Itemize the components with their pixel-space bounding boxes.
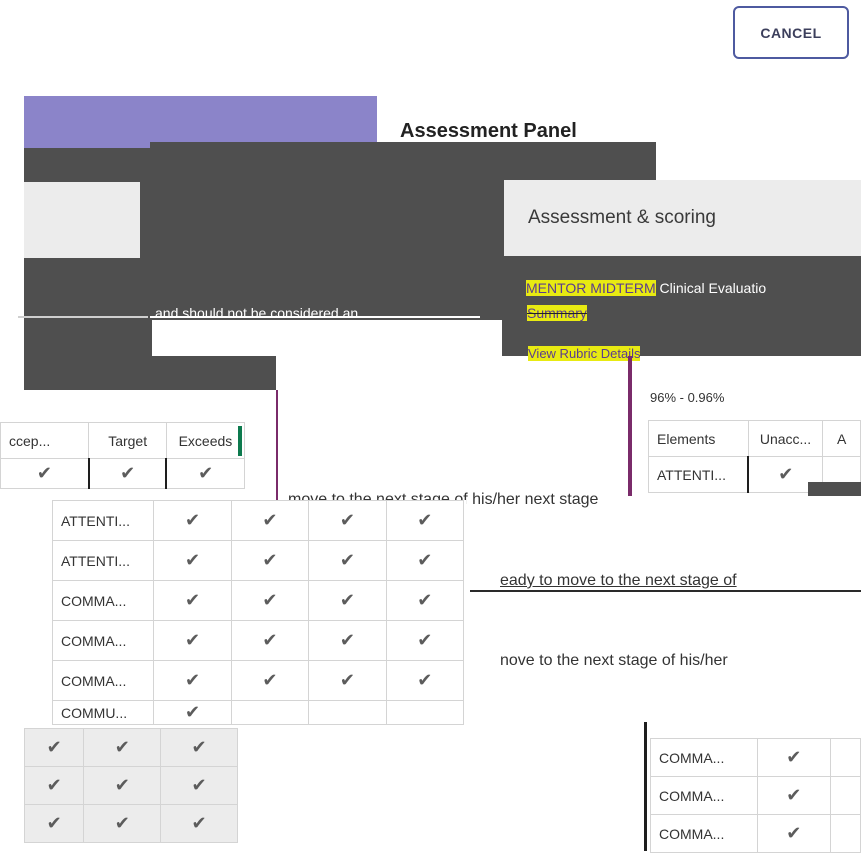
table-edge <box>238 426 242 456</box>
element-name: COMMA... <box>650 814 758 853</box>
col-header: A <box>822 420 861 457</box>
rubric-link-row[interactable]: View Rubric Details <box>528 346 641 361</box>
modal-gap <box>276 356 502 390</box>
scoring-title: Assessment & scoring <box>528 207 716 228</box>
check-icon: ✔ <box>83 765 162 805</box>
check-icon: ✔ <box>308 620 387 661</box>
element-name: COMMA... <box>51 620 155 661</box>
modal-layer <box>808 482 861 496</box>
panel-title: Assessment Panel <box>400 120 577 138</box>
check-icon: ✔ <box>308 500 387 541</box>
modal-input-box <box>24 182 140 258</box>
modal-gap <box>152 320 502 356</box>
guide-line <box>276 390 278 502</box>
check-icon: ✔ <box>83 727 162 767</box>
divider <box>18 316 148 318</box>
element-name: ATTENTI... <box>51 540 155 581</box>
cancel-button[interactable]: CANCEL <box>733 6 849 59</box>
col-header: ccep... <box>0 422 90 459</box>
col-header: Unacc... <box>747 420 824 457</box>
check-icon: ✔ <box>230 660 310 701</box>
check-icon: ✔ <box>23 765 85 805</box>
check-icon: ✔ <box>160 727 238 767</box>
check-icon: ✔ <box>23 803 85 843</box>
element-name: COMMA... <box>650 776 758 815</box>
element-name: COMMA... <box>51 660 155 701</box>
body-text-line: nove to the next stage of his/her <box>500 652 728 669</box>
check-icon: ✔ <box>153 500 232 541</box>
check-icon: ✔ <box>756 814 831 853</box>
check-icon: ✔ <box>385 660 465 701</box>
summary-label: Summary <box>527 305 587 321</box>
element-name: COMMU... <box>51 700 155 725</box>
col-header: Elements <box>648 420 749 457</box>
mentor-tag: MENTOR MIDTERM <box>526 280 656 296</box>
score-percent: 96% - 0.96% <box>650 390 725 405</box>
col-header: Target <box>88 422 167 459</box>
summary-text: Summary <box>527 305 587 321</box>
check-icon: ✔ <box>756 738 831 777</box>
check-icon: ✔ <box>756 776 831 815</box>
view-rubric-link[interactable]: View Rubric Details <box>528 346 641 361</box>
element-name: COMMA... <box>650 738 758 777</box>
check-icon: ✔ <box>230 500 310 541</box>
divider <box>470 590 861 592</box>
left-rubric-table: ccep... Target Exceeds ✔ ✔ ✔ <box>0 422 248 502</box>
bottom-left-table: ✔ ✔ ✔ ✔ ✔ ✔ ✔ ✔ ✔ <box>23 722 238 843</box>
element-name: ATTENTI... <box>51 500 155 541</box>
check-icon: ✔ <box>308 660 387 701</box>
check-icon: ✔ <box>0 458 90 489</box>
check-icon: ✔ <box>153 620 232 661</box>
check-icon: ✔ <box>385 620 465 661</box>
check-icon: ✔ <box>308 580 387 621</box>
body-text-line: eady to move to the next stage of <box>500 572 737 589</box>
col-header: Exceeds <box>165 422 246 459</box>
check-icon: ✔ <box>385 580 465 621</box>
check-icon: ✔ <box>385 540 465 581</box>
check-icon: ✔ <box>83 803 162 843</box>
check-icon: ✔ <box>87 458 167 489</box>
check-icon: ✔ <box>230 580 310 621</box>
table-edge <box>644 722 647 851</box>
check-icon: ✔ <box>160 803 238 843</box>
check-icon: ✔ <box>230 620 310 661</box>
panel-header-bar <box>24 96 377 148</box>
check-icon: ✔ <box>160 765 238 805</box>
evaluation-title: MENTOR MIDTERM Clinical Evaluatio <box>526 280 766 296</box>
evaluation-suffix: Clinical Evaluatio <box>655 280 767 296</box>
check-icon: ✔ <box>153 660 232 701</box>
middle-rubric-table: ATTENTI... ✔ ✔ ✔ ✔ ATTENTI... ✔ ✔ ✔ ✔ CO… <box>51 500 466 725</box>
modal-footer-bar <box>24 356 276 390</box>
check-icon: ✔ <box>153 540 232 581</box>
bottom-right-table: COMMA... ✔ COMMA... ✔ COMMA... ✔ <box>650 738 861 853</box>
check-icon: ✔ <box>385 500 465 541</box>
disclaimer-text: and should not be considered an <box>155 305 359 321</box>
check-icon: ✔ <box>165 458 246 489</box>
check-icon: ✔ <box>153 580 232 621</box>
check-icon: ✔ <box>153 700 232 725</box>
check-icon: ✔ <box>230 540 310 581</box>
check-icon: ✔ <box>308 540 387 581</box>
element-name: ATTENTI... <box>648 456 749 493</box>
scrollbar[interactable] <box>628 356 632 496</box>
check-icon: ✔ <box>23 727 85 767</box>
element-name: COMMA... <box>51 580 155 621</box>
